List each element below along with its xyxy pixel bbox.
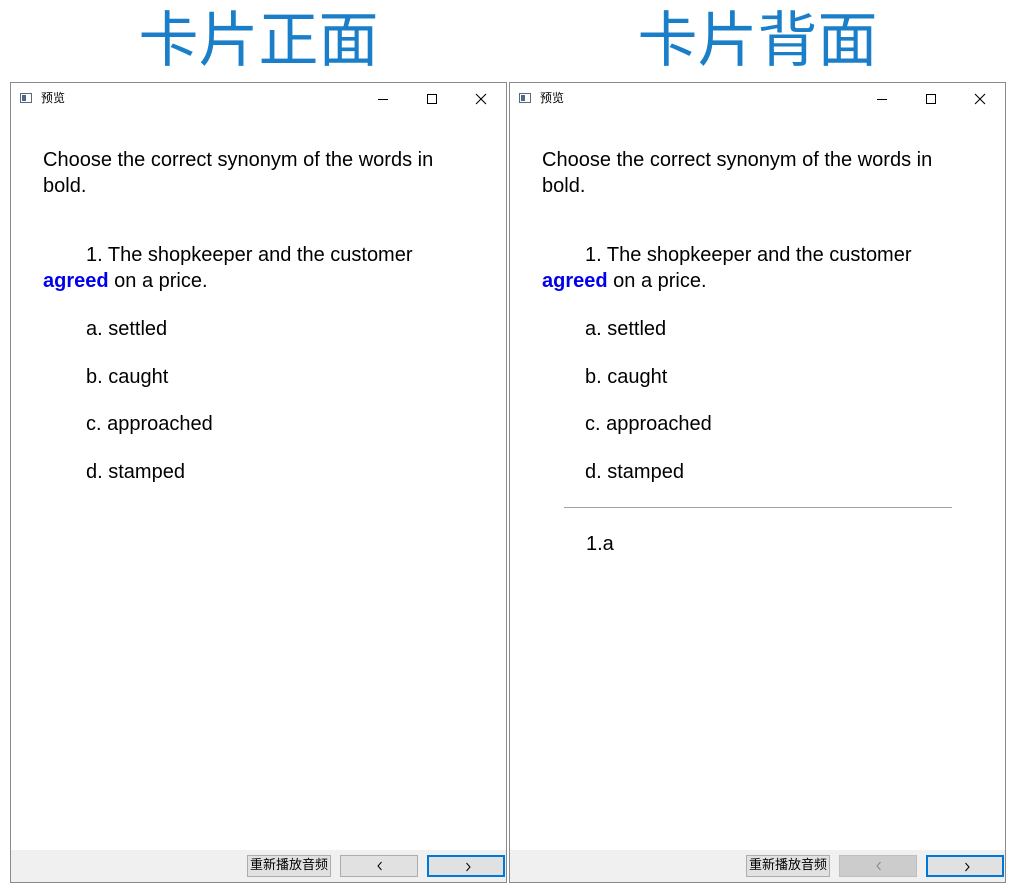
previous-button[interactable] (839, 855, 917, 877)
option-list: a. settled b. caught c. approached d. st… (542, 316, 975, 485)
window-title: 预览 (41, 91, 66, 105)
maximize-icon (427, 94, 437, 104)
option-c: c. approached (585, 413, 712, 435)
card-content: Choose the correct synonym of the words … (542, 147, 975, 506)
option-a: a. settled (585, 318, 667, 340)
maximize-button[interactable] (908, 83, 954, 115)
instruction-text: Choose the correct synonym of the words … (43, 149, 434, 197)
chevron-left-icon (377, 861, 382, 871)
question-prefix: 1. The shopkeeper and the customer (86, 244, 413, 266)
bottom-toolbar: 重新播放音频 (11, 850, 506, 882)
option-d: d. stamped (86, 460, 185, 483)
answer-text: 1.a (586, 533, 614, 555)
close-icon (974, 93, 986, 105)
chevron-right-icon (965, 862, 970, 872)
chevron-right-icon (466, 862, 471, 872)
maximize-icon (926, 94, 936, 104)
chevron-left-icon (876, 861, 881, 871)
question-text: 1. The shopkeeper and the customer agree… (43, 242, 476, 294)
bold-keyword: agreed (542, 270, 608, 292)
title-bar[interactable]: 预览 (11, 83, 506, 115)
previous-button[interactable] (340, 855, 418, 877)
minimize-icon (877, 99, 887, 100)
preview-window-back: 预览 Choose the correct synonym of the wor… (509, 82, 1006, 883)
title-bar[interactable]: 预览 (510, 83, 1005, 115)
question-text: 1. The shopkeeper and the customer agree… (542, 242, 975, 294)
next-button[interactable] (427, 855, 505, 877)
question-suffix: on a price. (108, 270, 208, 292)
close-button[interactable] (957, 83, 1003, 115)
question-prefix: 1. The shopkeeper and the customer (585, 244, 912, 266)
next-button[interactable] (926, 855, 1004, 877)
close-icon (475, 93, 487, 105)
replay-audio-button[interactable]: 重新播放音频 (247, 855, 331, 877)
bold-keyword: agreed (43, 270, 109, 292)
option-c: c. approached (86, 413, 213, 435)
close-button[interactable] (458, 83, 504, 115)
instruction-text: Choose the correct synonym of the words … (542, 149, 933, 197)
option-d: d. stamped (585, 460, 684, 483)
answer-divider (564, 507, 952, 508)
minimize-button[interactable] (360, 83, 406, 115)
option-a: a. settled (86, 318, 168, 340)
option-b: b. caught (585, 365, 668, 388)
replay-audio-button[interactable]: 重新播放音频 (746, 855, 830, 877)
back-heading: 卡片背面 (637, 6, 878, 76)
option-b: b. caught (86, 365, 169, 388)
front-heading: 卡片正面 (138, 6, 379, 76)
maximize-button[interactable] (409, 83, 455, 115)
minimize-icon (378, 99, 388, 100)
option-list: a. settled b. caught c. approached d. st… (43, 316, 476, 485)
app-icon (519, 93, 531, 103)
question-suffix: on a price. (607, 270, 707, 292)
app-icon (20, 93, 32, 103)
preview-window-front: 预览 Choose the correct synonym of the wor… (10, 82, 507, 883)
bottom-toolbar: 重新播放音频 (510, 850, 1005, 882)
window-title: 预览 (540, 91, 565, 105)
minimize-button[interactable] (859, 83, 905, 115)
card-content: Choose the correct synonym of the words … (43, 147, 476, 506)
